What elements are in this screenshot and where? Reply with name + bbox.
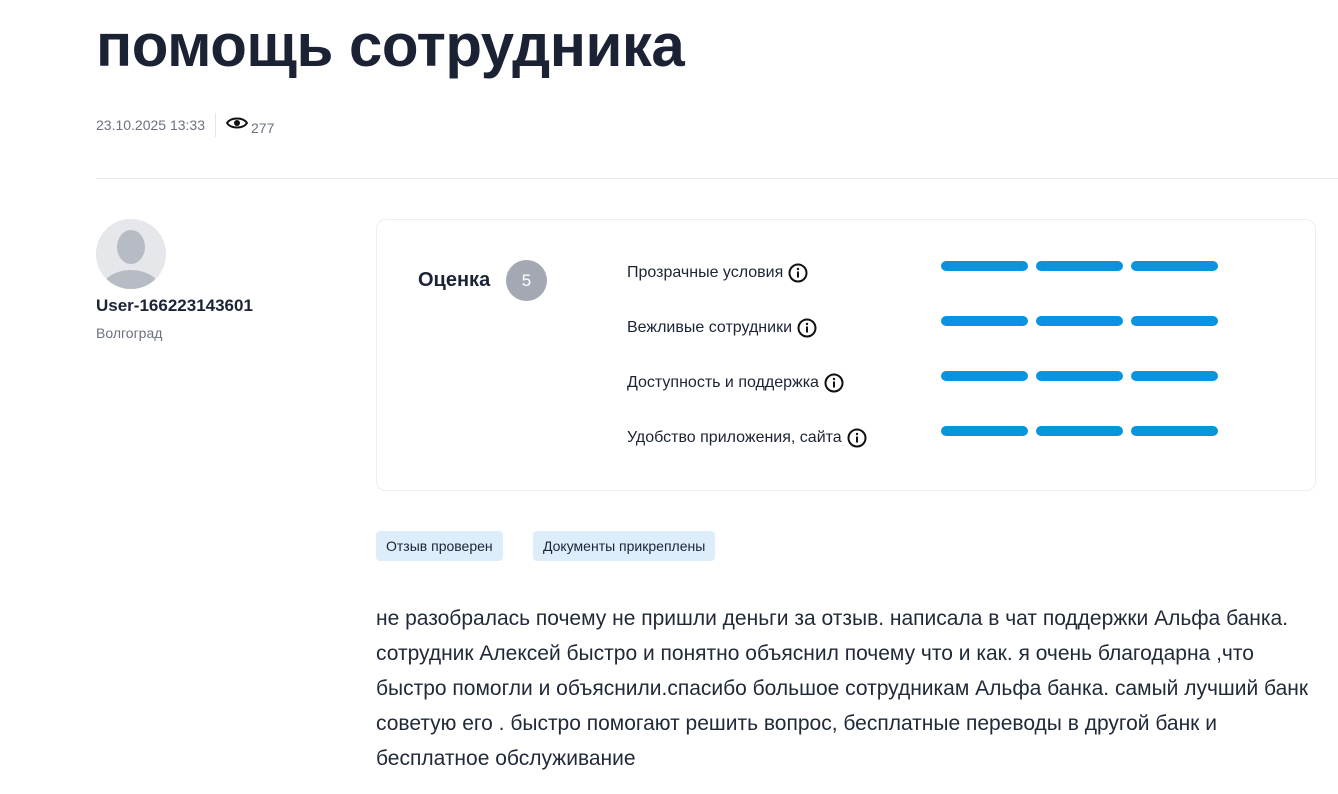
score-bar bbox=[1131, 316, 1218, 326]
score-bar bbox=[1036, 426, 1123, 436]
views-counter: 277 bbox=[226, 114, 274, 136]
score-bar bbox=[1131, 371, 1218, 381]
user-avatar-placeholder-icon bbox=[96, 219, 166, 289]
criterion-bars bbox=[941, 316, 1218, 326]
criterion-label: Прозрачные условия bbox=[627, 264, 784, 281]
avatar[interactable] bbox=[96, 219, 166, 289]
user-name[interactable]: User-166223143601 bbox=[96, 296, 253, 316]
eye-icon bbox=[226, 117, 248, 129]
score-bar bbox=[941, 316, 1028, 326]
rating-label: Оценка bbox=[418, 269, 491, 291]
views-count: 277 bbox=[251, 120, 275, 136]
criterion-label: Доступность и поддержка bbox=[627, 374, 819, 391]
criterion-app-site-usability: Удобство приложения, сайта bbox=[627, 426, 867, 450]
info-icon[interactable] bbox=[797, 318, 817, 338]
rating-badge: 5 bbox=[506, 260, 547, 301]
info-icon[interactable] bbox=[847, 428, 867, 448]
criterion-transparent-terms: Прозрачные условия bbox=[627, 261, 808, 285]
user-city: Волгоград bbox=[96, 325, 163, 341]
criterion-bars bbox=[941, 426, 1218, 436]
score-bar bbox=[1131, 426, 1218, 436]
criterion-label: Вежливые сотрудники bbox=[627, 319, 792, 336]
review-meta: 23.10.2025 13:33 277 bbox=[96, 112, 274, 138]
criterion-bars bbox=[941, 261, 1218, 271]
rating-card: Оценка 5 Прозрачные условия Вежливые сот… bbox=[376, 219, 1316, 491]
criterion-bars bbox=[941, 371, 1218, 381]
info-icon[interactable] bbox=[824, 373, 844, 393]
info-icon[interactable] bbox=[788, 263, 808, 283]
score-bar bbox=[941, 426, 1028, 436]
review-date: 23.10.2025 13:33 bbox=[96, 117, 205, 133]
score-bar bbox=[1131, 261, 1218, 271]
tag-review-verified: Отзыв проверен bbox=[376, 531, 503, 561]
score-bar bbox=[1036, 316, 1123, 326]
review-title: помощь сотрудника bbox=[96, 12, 685, 79]
criterion-polite-staff: Вежливые сотрудники bbox=[627, 316, 817, 340]
meta-divider bbox=[215, 113, 216, 137]
tag-documents-attached: Документы прикреплены bbox=[533, 531, 716, 561]
criterion-availability-support: Доступность и поддержка bbox=[627, 371, 844, 395]
score-bar bbox=[1036, 371, 1123, 381]
criterion-label: Удобство приложения, сайта bbox=[627, 429, 842, 446]
score-bar bbox=[941, 371, 1028, 381]
score-bar bbox=[1036, 261, 1123, 271]
review-text: не разобралась почему не пришли деньги з… bbox=[376, 607, 1309, 770]
header-divider bbox=[96, 178, 1338, 179]
score-bar bbox=[941, 261, 1028, 271]
